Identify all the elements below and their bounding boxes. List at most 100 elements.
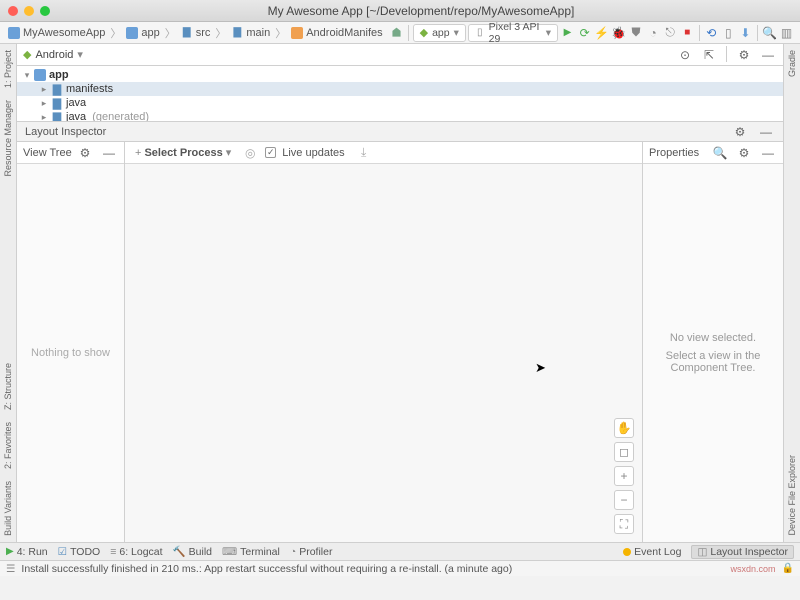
sdk-manager-button[interactable]: ⬇ — [738, 24, 753, 42]
layout-inspector-icon: ◫ — [697, 546, 707, 558]
tool-tab-layout-inspector[interactable]: ◫ Layout Inspector — [691, 545, 794, 559]
tree-node-manifests[interactable]: ▸ ▇ manifests — [17, 82, 783, 96]
empty-state-text: Nothing to show — [31, 347, 110, 359]
zoom-in-button[interactable]: + — [614, 466, 634, 486]
minimize-window-button[interactable] — [24, 6, 34, 16]
tree-node-label: manifests — [66, 83, 113, 95]
device-label: Pixel 3 API 29 — [489, 21, 542, 45]
select-process-dropdown[interactable]: + Select Process ▾ — [131, 146, 235, 159]
snapshot-button[interactable]: ◎ — [241, 144, 259, 162]
tool-tab-run[interactable]: ▶ 4: Run — [6, 546, 48, 558]
expand-toggle-icon[interactable]: ▸ — [40, 112, 48, 123]
project-view-mode-label: Android — [35, 49, 73, 61]
run-icon: ▶ — [6, 546, 14, 557]
zoom-window-button[interactable] — [40, 6, 50, 16]
device-selector[interactable]: ▯ Pixel 3 API 29 ▾ — [468, 24, 558, 42]
status-action-icon[interactable]: ☰ — [6, 563, 15, 575]
inspector-canvas[interactable]: ➤ ✋ ◻ + − ⛶ — [125, 164, 642, 542]
expand-toggle-icon[interactable]: ▸ — [40, 98, 48, 109]
hide-panel-button[interactable]: — — [100, 144, 118, 162]
tool-tab-device-file-explorer[interactable]: Device File Explorer — [787, 449, 797, 542]
view-tree-title: View Tree — [23, 147, 72, 159]
breadcrumb[interactable]: AndroidManifes — [289, 27, 384, 39]
scroll-from-source-button[interactable]: ⊙ — [676, 46, 694, 64]
gear-icon[interactable]: ⚙ — [76, 144, 94, 162]
pan-tool-button[interactable]: ✋ — [614, 418, 634, 438]
tool-tab-label: 6: Logcat — [119, 546, 162, 558]
tool-tab-todo[interactable]: ☑ TODO — [58, 546, 101, 558]
search-everywhere-button[interactable]: 🔍 — [762, 24, 777, 42]
tool-tab-project[interactable]: 1: Project — [3, 44, 13, 94]
live-updates-checkbox[interactable] — [265, 147, 276, 158]
profile-button[interactable]: ◔ — [646, 24, 661, 42]
tree-node-java[interactable]: ▸ ▇ java — [17, 96, 783, 110]
export-button[interactable]: ⤓ — [355, 144, 373, 162]
breadcrumb[interactable]: MyAwesomeApp — [6, 27, 107, 39]
collapse-all-button[interactable]: ⇱ — [700, 46, 718, 64]
tool-tab-build[interactable]: 🔨 Build — [173, 545, 212, 558]
gear-icon[interactable]: ⚙ — [735, 144, 753, 162]
divider — [757, 25, 758, 41]
lock-icon[interactable]: 🔒 — [782, 563, 794, 574]
hide-tool-window-button[interactable]: — — [757, 123, 775, 141]
tree-node-app[interactable]: ▾ app — [17, 68, 783, 82]
folder-icon: ▇ — [51, 111, 63, 122]
breadcrumb[interactable]: ▇ src — [179, 27, 213, 39]
project-tree: ▾ app ▸ ▇ manifests ▸ ▇ java ▸ ▇ java — [17, 66, 783, 122]
tree-node-java-generated[interactable]: ▸ ▇ java (generated) — [17, 110, 783, 122]
close-window-button[interactable] — [8, 6, 18, 16]
tool-tab-label: Terminal — [240, 546, 280, 558]
module-icon — [126, 27, 138, 39]
tool-tab-build-variants[interactable]: Build Variants — [3, 475, 13, 542]
divider — [699, 25, 700, 41]
zoom-out-button[interactable]: − — [614, 490, 634, 510]
tool-tab-favorites[interactable]: 2: Favorites — [3, 416, 13, 475]
apply-changes-button[interactable]: ⟳ — [577, 24, 592, 42]
expand-toggle-icon[interactable]: ▾ — [23, 70, 31, 81]
sync-project-button[interactable]: ⟲ — [704, 24, 719, 42]
attach-debugger-button[interactable]: ⎋ — [663, 24, 678, 42]
window-controls — [8, 6, 50, 16]
stop-button[interactable]: ■ — [680, 24, 695, 42]
search-icon[interactable]: 🔍 — [711, 144, 729, 162]
run-configuration-selector[interactable]: ◆ app ▾ — [413, 24, 466, 42]
tool-tab-logcat[interactable]: ≡ 6: Logcat — [110, 546, 162, 558]
tool-tab-terminal[interactable]: ⌨ Terminal — [222, 546, 280, 558]
plus-icon: + — [135, 147, 141, 159]
bottom-tool-bar: ▶ 4: Run ☑ TODO ≡ 6: Logcat 🔨 Build ⌨ Te… — [0, 542, 800, 560]
breadcrumb[interactable]: ▇ main — [229, 27, 272, 39]
tool-tab-label: Event Log — [634, 546, 681, 558]
chevron-down-icon: ▾ — [546, 27, 551, 39]
apply-code-changes-button[interactable]: ⚡ — [594, 24, 609, 42]
tool-tab-profiler[interactable]: ◔ Profiler — [290, 546, 333, 558]
tool-tab-gradle[interactable]: Gradle — [787, 44, 797, 83]
hide-panel-button[interactable]: — — [759, 144, 777, 162]
reset-view-button[interactable]: ◻ — [614, 442, 634, 462]
status-message: Install successfully finished in 210 ms.… — [21, 563, 512, 575]
gear-icon[interactable]: ⚙ — [731, 123, 749, 141]
chevron-down-icon: ▾ — [226, 146, 232, 159]
window-titlebar: My Awesome App [~/Development/repo/MyAwe… — [0, 0, 800, 22]
layout-inspector-header: Layout Inspector ⚙ — — [17, 122, 783, 142]
chevron-right-icon: 〉 — [274, 25, 287, 41]
hide-tool-window-button[interactable]: — — [759, 46, 777, 64]
run-button[interactable]: ▶ — [560, 24, 575, 42]
view-tree-panel: View Tree ⚙ — Nothing to show — [17, 142, 125, 542]
expand-toggle-icon[interactable]: ▸ — [40, 84, 48, 95]
avd-manager-button[interactable]: ▯ — [721, 24, 736, 42]
debug-button[interactable]: 🐞 — [611, 24, 626, 42]
left-tool-rail: 1: Project Resource Manager Z: Structure… — [0, 44, 17, 542]
project-view-mode-selector[interactable]: ◆ Android ▾ — [23, 48, 83, 61]
breadcrumb[interactable]: app — [124, 27, 161, 39]
gear-icon[interactable]: ⚙ — [735, 46, 753, 64]
empty-state-hint: Select a view in the Component Tree. — [651, 350, 775, 374]
tool-tab-resource-manager[interactable]: Resource Manager — [3, 94, 13, 183]
tool-tab-label: TODO — [70, 546, 100, 558]
make-project-button[interactable] — [389, 24, 404, 42]
settings-button[interactable]: ▥ — [779, 24, 794, 42]
zoom-fit-button[interactable]: ⛶ — [614, 514, 634, 534]
coverage-button[interactable]: ⛊ — [628, 24, 643, 42]
tool-tab-event-log[interactable]: Event Log — [623, 546, 681, 558]
tool-tab-structure[interactable]: Z: Structure — [3, 357, 13, 416]
tree-node-label: java — [66, 97, 86, 109]
